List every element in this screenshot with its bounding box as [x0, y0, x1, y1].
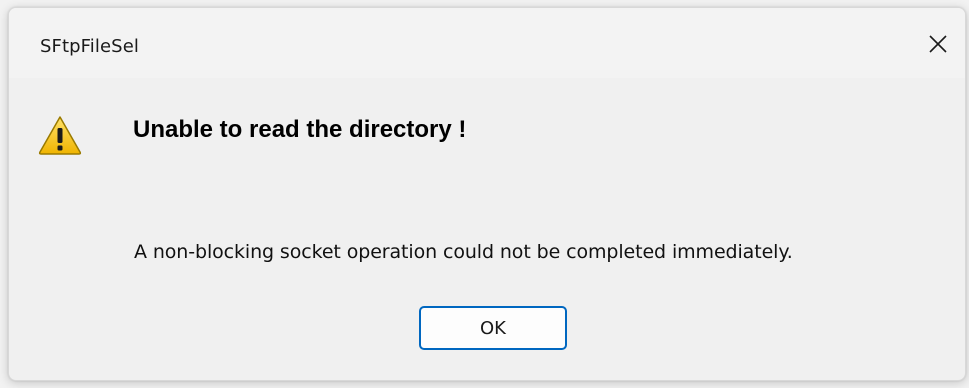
title-bar[interactable]: SFtpFileSel	[9, 8, 965, 78]
warning-icon	[37, 114, 83, 156]
window-title: SFtpFileSel	[40, 36, 139, 57]
ok-button[interactable]: OK	[419, 306, 567, 350]
close-icon	[928, 34, 948, 54]
dialog-content: Unable to read the directory ! A non-blo…	[9, 78, 965, 380]
error-message: A non-blocking socket operation could no…	[134, 241, 793, 263]
error-headline: Unable to read the directory !	[133, 116, 467, 143]
message-dialog: SFtpFileSel Unable to read the directory…	[8, 7, 966, 381]
close-button[interactable]	[911, 19, 965, 69]
